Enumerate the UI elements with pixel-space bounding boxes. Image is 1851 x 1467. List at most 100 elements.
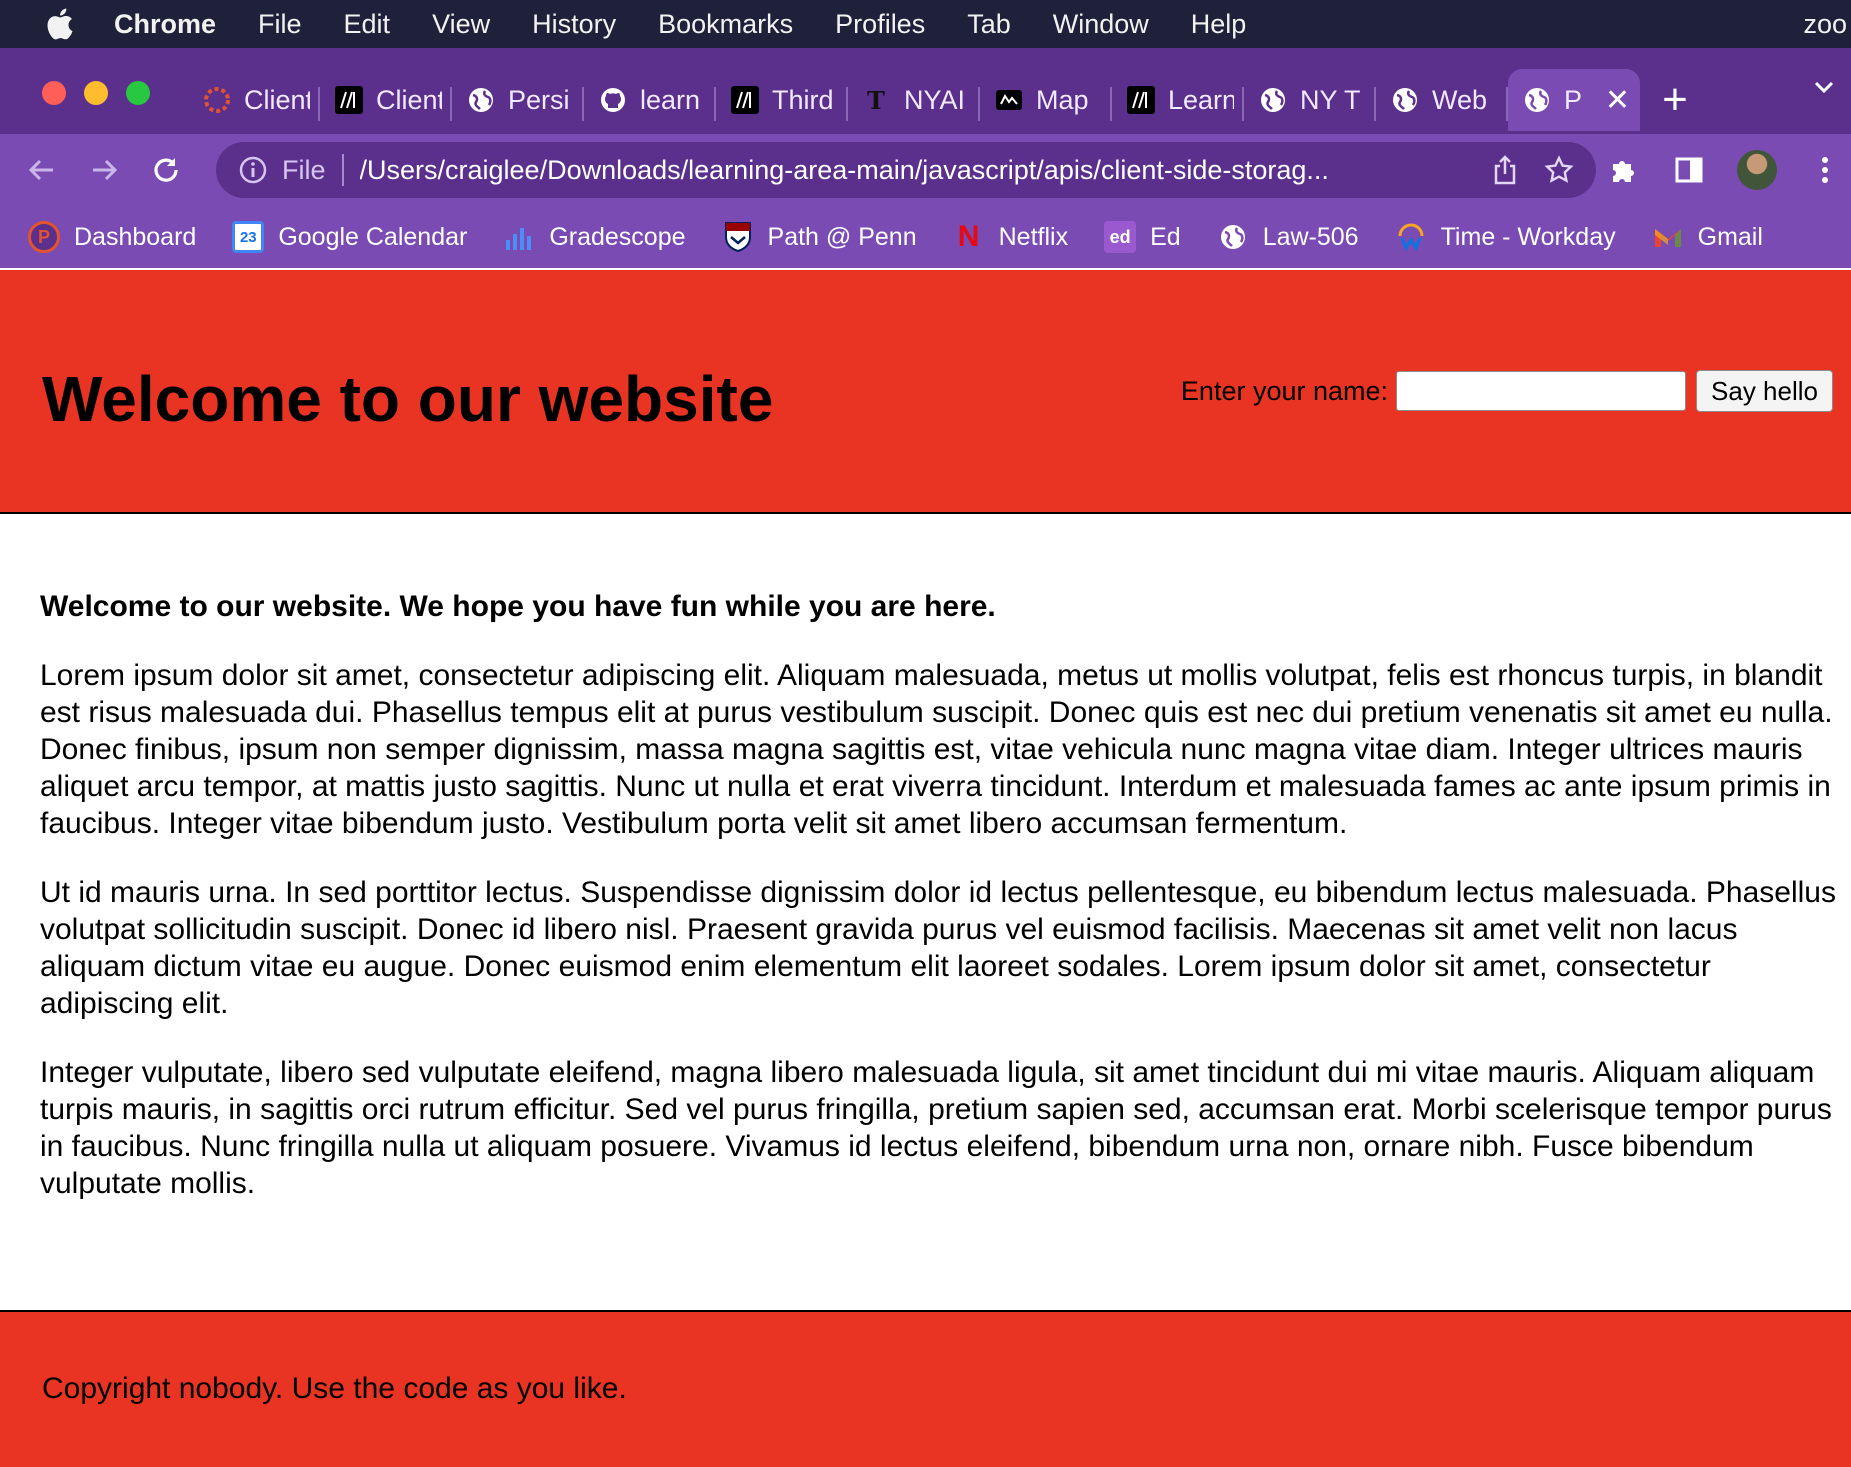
new-tab-button[interactable]: + — [1640, 69, 1710, 131]
canvas-icon — [202, 85, 232, 115]
menu-history[interactable]: History — [532, 9, 616, 40]
menu-help[interactable]: Help — [1191, 9, 1247, 40]
url-text[interactable]: /Users/craiglee/Downloads/learning-area-… — [360, 155, 1488, 186]
bookmark-google-calendar[interactable]: 23 Google Calendar — [232, 221, 467, 253]
name-input[interactable] — [1396, 371, 1687, 411]
tab-label: Learn — [1168, 84, 1234, 115]
url-scheme: File — [282, 154, 326, 185]
paragraph: Ut id mauris urna. In sed porttitor lect… — [40, 876, 1836, 1020]
forward-arrow-icon[interactable] — [84, 150, 124, 190]
tab-label: NYAI — [904, 84, 966, 115]
svg-text:T: T — [867, 86, 885, 114]
macos-menu-bar: Chrome File Edit View History Bookmarks … — [0, 0, 1851, 48]
bookmark-star-icon[interactable] — [1542, 153, 1576, 187]
tab-label: P — [1564, 84, 1583, 115]
intro-heading: Welcome to our website. We hope you have… — [40, 590, 996, 623]
github-icon — [598, 85, 628, 115]
tab[interactable]: T NYAI — [848, 69, 980, 131]
bookmark-dashboard[interactable]: P Dashboard — [28, 221, 196, 253]
bookmark-label: Gmail — [1697, 222, 1763, 251]
mdn-icon — [730, 85, 760, 115]
address-bar[interactable]: File /Users/craiglee/Downloads/learning-… — [216, 142, 1596, 198]
bookmarks-bar: P Dashboard 23 Google Calendar Gradescop… — [0, 206, 1851, 268]
gradescope-icon — [503, 221, 535, 253]
tab[interactable]: Map — [980, 69, 1112, 131]
page-viewport: Welcome to our website Enter your name: … — [0, 270, 1851, 1467]
paragraph: Integer vulputate, libero sed vulputate … — [40, 1056, 1832, 1200]
zoom-menu-extra[interactable]: zoo — [1803, 0, 1851, 48]
tab[interactable]: Third — [716, 69, 848, 131]
bookmark-label: Netflix — [998, 222, 1069, 251]
zoom-window-button[interactable] — [126, 81, 150, 105]
tab-active[interactable]: P ✕ — [1508, 69, 1640, 131]
share-icon[interactable] — [1488, 153, 1522, 187]
toolbar-right-actions — [1605, 134, 1851, 206]
name-label: Enter your name: — [1180, 375, 1389, 406]
browser-toolbar: File /Users/craiglee/Downloads/learning-… — [0, 134, 1851, 206]
minimize-window-button[interactable] — [84, 81, 108, 105]
bookmark-label: Ed — [1150, 222, 1181, 251]
tab[interactable]: Learn — [1112, 69, 1244, 131]
tab-label: Client — [376, 84, 442, 115]
gmail-icon — [1652, 221, 1684, 253]
tab-strip: Client Client Persi learn Third T NYAI M… — [0, 48, 1851, 134]
side-panel-icon[interactable] — [1671, 152, 1707, 188]
netflix-icon: N — [957, 220, 980, 253]
menu-edit[interactable]: Edit — [344, 9, 391, 40]
bookmark-path-at-penn[interactable]: Path @ Penn — [722, 221, 917, 253]
window-controls — [42, 81, 150, 105]
copyright-text: Copyright nobody. Use the code as you li… — [42, 1372, 627, 1405]
close-window-button[interactable] — [42, 81, 66, 105]
tab-label: Persi — [508, 84, 570, 115]
mdn-icon — [334, 85, 364, 115]
globe-icon — [1522, 85, 1552, 115]
bookmark-law-506[interactable]: Law-506 — [1217, 221, 1359, 253]
tab[interactable]: Client — [188, 69, 320, 131]
back-arrow-icon[interactable] — [22, 150, 62, 190]
google-calendar-icon: 23 — [232, 221, 265, 253]
bookmark-ed[interactable]: ed Ed — [1104, 221, 1181, 253]
canvas-dashboard-icon: P — [28, 221, 60, 253]
tab-label: learn — [640, 84, 701, 115]
tab-label: NY T — [1300, 84, 1361, 115]
tab[interactable]: Web — [1376, 69, 1508, 131]
bookmark-gradescope[interactable]: Gradescope — [503, 221, 686, 253]
say-hello-button[interactable]: Say hello — [1696, 370, 1833, 412]
site-header: Welcome to our website Enter your name: … — [0, 270, 1851, 514]
tab-label: Web — [1432, 84, 1488, 115]
globe-icon — [1258, 85, 1288, 115]
tab[interactable]: Persi — [452, 69, 584, 131]
globe-icon — [1217, 221, 1249, 253]
reload-icon[interactable] — [146, 150, 186, 190]
bookmark-label: Dashboard — [74, 222, 197, 251]
menu-view[interactable]: View — [432, 9, 490, 40]
bookmark-netflix[interactable]: N Netflix — [953, 220, 1069, 253]
bookmark-time-workday[interactable]: Time - Workday — [1395, 221, 1616, 253]
tab[interactable]: NY T — [1244, 69, 1376, 131]
menu-tab[interactable]: Tab — [967, 9, 1011, 40]
tab-label: Client — [244, 84, 310, 115]
bookmark-label: Gradescope — [549, 222, 686, 251]
extensions-puzzle-icon[interactable] — [1605, 152, 1641, 188]
penn-shield-icon — [722, 221, 754, 253]
bookmark-label: Time - Workday — [1440, 222, 1616, 251]
menu-chrome[interactable]: Chrome — [114, 9, 216, 40]
profile-avatar[interactable] — [1737, 150, 1777, 190]
page-title: Welcome to our website — [42, 363, 774, 435]
tab-search-chevron-icon[interactable] — [1811, 74, 1837, 107]
tab[interactable]: Client — [320, 69, 452, 131]
bookmark-gmail[interactable]: Gmail — [1652, 221, 1763, 253]
info-icon[interactable] — [238, 155, 268, 185]
mdn-icon — [1126, 85, 1156, 115]
menu-window[interactable]: Window — [1053, 9, 1149, 40]
globe-icon — [1390, 85, 1420, 115]
apple-logo-icon[interactable] — [42, 7, 76, 41]
menu-profiles[interactable]: Profiles — [835, 9, 925, 40]
kebab-menu-icon[interactable] — [1807, 152, 1843, 188]
map-icon — [994, 85, 1024, 115]
menu-bookmarks[interactable]: Bookmarks — [658, 9, 793, 40]
menu-file[interactable]: File — [258, 9, 302, 40]
bookmark-label: Law-506 — [1262, 222, 1359, 251]
tab[interactable]: learn — [584, 69, 716, 131]
close-tab-icon[interactable]: ✕ — [1605, 83, 1630, 118]
